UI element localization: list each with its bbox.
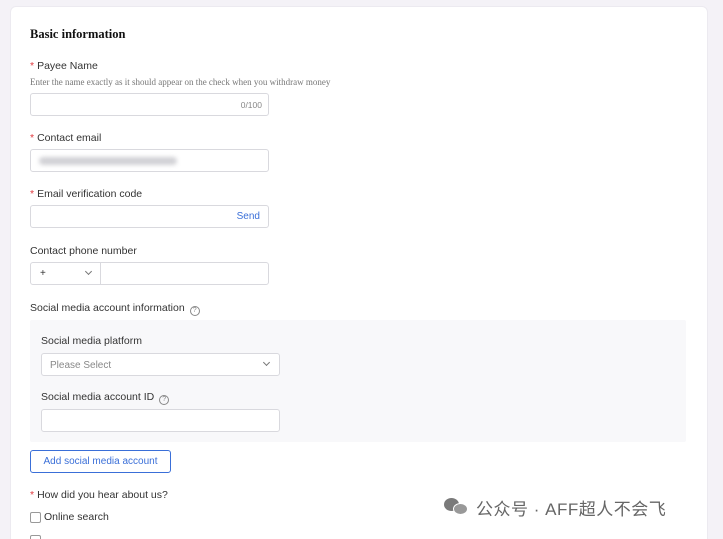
phone-number-input[interactable] [102,263,268,284]
section-title: Basic information [30,27,126,41]
social-account-id-label: Social media account ID? [41,391,170,405]
contact-phone-label: Contact phone number [30,245,137,257]
chevron-down-icon [262,358,271,367]
referral-option-label: Online search [44,511,109,523]
contact-email-input[interactable] [30,149,269,172]
referral-option-online-search[interactable]: Online search [30,511,109,523]
required-mark: * [30,60,35,72]
payee-name-label-text: Payee Name [37,60,98,72]
basic-info-card: Basic information * Payee Name Enter the … [10,6,708,539]
social-media-section-label-text: Social media account information [30,302,185,314]
contact-phone-field: + [30,262,269,285]
required-mark: * [30,132,35,144]
chevron-down-icon [84,267,93,276]
payee-name-hint: Enter the name exactly as it should appe… [30,77,331,87]
watermark-text: 公众号 · AFF超人不会飞 [476,499,667,519]
contact-email-label-text: Contact email [37,132,102,144]
wechat-icon [444,497,470,517]
social-media-section-label: Social media account information? [30,302,200,316]
country-code-select[interactable]: + [31,263,101,284]
payee-name-input[interactable]: 0/100 [30,93,269,116]
social-platform-select[interactable]: Please Select [41,353,280,376]
add-social-media-account-button[interactable]: Add social media account [30,450,171,473]
watermark: 公众号 · AFF超人不会飞 [444,494,714,520]
email-verification-input[interactable]: Send [30,205,269,228]
social-account-id-input[interactable] [41,409,280,432]
social-media-panel: Social media platform Please Select Soci… [30,320,686,442]
referral-option-next[interactable] [30,535,41,539]
payee-name-label: * Payee Name [30,60,98,72]
social-platform-placeholder: Please Select [50,360,112,371]
social-account-id-label-text: Social media account ID [41,391,155,403]
contact-email-label: * Contact email [30,132,101,144]
redacted-email-value [39,157,177,165]
checkbox[interactable] [30,511,41,523]
send-code-button[interactable]: Send [237,211,260,222]
email-verification-label: * Email verification code [30,188,142,200]
help-icon[interactable]: ? [189,306,200,316]
help-icon[interactable]: ? [159,395,170,405]
payee-name-counter: 0/100 [240,100,262,110]
country-code-value: + [40,268,46,279]
required-mark: * [30,489,35,501]
social-platform-label: Social media platform [41,335,142,347]
referral-label-text: How did you hear about us? [37,489,168,501]
email-verification-label-text: Email verification code [37,188,143,200]
checkbox[interactable] [30,535,41,539]
referral-label: * How did you hear about us? [30,489,168,501]
required-mark: * [30,188,35,200]
